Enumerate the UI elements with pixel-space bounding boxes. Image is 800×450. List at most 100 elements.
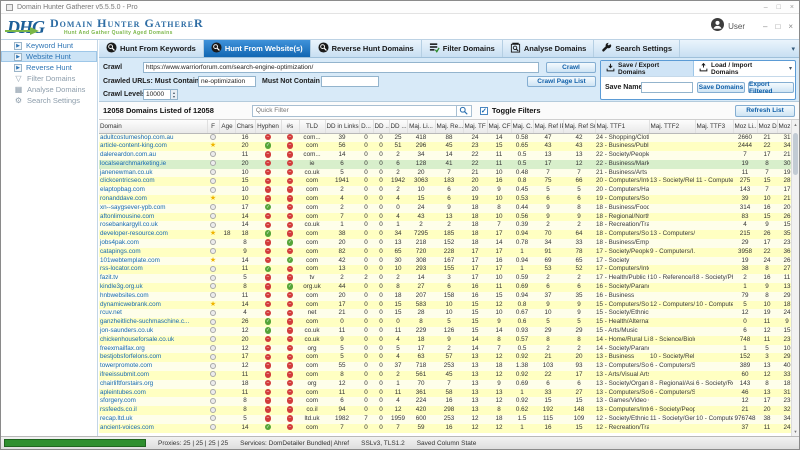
- column-header-dd[interactable]: DD ...: [389, 120, 407, 133]
- must-contain-input[interactable]: [198, 76, 256, 87]
- table-row[interactable]: adultcostumeshop.com.au16−−com...3900254…: [99, 133, 797, 142]
- table-row[interactable]: rss-locator.com11✓−com130010293155171715…: [99, 265, 797, 274]
- table-row[interactable]: localsearchmarketing.ie20−−ie60061284122…: [99, 160, 797, 169]
- sidebar-item-filter-domains[interactable]: ▽Filter Domains: [1, 73, 97, 84]
- tab-hunt-from-keywords[interactable]: Hunt From Keywords: [99, 40, 204, 57]
- column-header-d[interactable]: D...: [359, 120, 373, 133]
- toggle-filters-checkbox[interactable]: ✓: [480, 107, 488, 115]
- tab-reverse-hunt-domains[interactable]: Reverse Hunt Domains: [311, 40, 422, 57]
- table-row[interactable]: bestjobsforfelons.com17−−com500463571312…: [99, 353, 797, 362]
- scroll-up-icon[interactable]: ▲: [792, 122, 799, 127]
- table-row[interactable]: xn--saygsever-ypb.com17✓−com20002491880.…: [99, 204, 797, 213]
- table-row[interactable]: article-content-king.com★20✓−com56005129…: [99, 142, 797, 151]
- column-header-s[interactable]: #s: [281, 120, 299, 133]
- table-row[interactable]: recap.ltd.uk5−−ltd.uk1982701959600253121…: [99, 415, 797, 424]
- save-domains-button[interactable]: Save Domains: [697, 82, 745, 93]
- tab-hunt-from-website-s[interactable]: Hunt From Website(s): [204, 40, 311, 57]
- table-row[interactable]: ifreeissubmit.com11−−com80025614513120.9…: [99, 371, 797, 380]
- column-header-f[interactable]: F: [207, 120, 219, 133]
- column-header-age[interactable]: Age: [219, 120, 235, 133]
- minimize-icon[interactable]: –: [763, 22, 767, 31]
- table-row[interactable]: freexmailfax.org12−−org50051721470.52214…: [99, 345, 797, 354]
- table-row[interactable]: catapings.com9−−com820065720228171719178…: [99, 248, 797, 257]
- table-row[interactable]: rssfeeds.co.il8−−co.il9400124202981380.6…: [99, 406, 797, 415]
- column-header-maj-li[interactable]: Maj. Li...: [407, 120, 435, 133]
- crawl-levels-input[interactable]: [143, 89, 171, 100]
- table-row[interactable]: hnbwebsites.com11−−com20001820715816150.…: [99, 292, 797, 301]
- table-row[interactable]: apleintubes.com11−−com110011361581313133…: [99, 389, 797, 398]
- column-header-maj-ref-su[interactable]: Maj. Ref Su...: [563, 120, 595, 133]
- table-row[interactable]: jobs4pak.com8−✓com20001321815218140.7834…: [99, 239, 797, 248]
- save-panel-dropdown-icon[interactable]: ▾: [786, 61, 795, 76]
- column-header-maj-tf[interactable]: Maj. TF: [463, 120, 487, 133]
- table-row[interactable]: janenewman.co.uk10−−co.uk500220721100.48…: [99, 169, 797, 178]
- column-header-maj-ref-ips[interactable]: Maj. Ref IPs: [533, 120, 563, 133]
- table-row[interactable]: fazit.tv5−−tv220214317100.592217 - Healt…: [99, 274, 797, 283]
- crawl-button[interactable]: Crawl: [546, 62, 596, 73]
- table-row[interactable]: developer-resource.com★1818✓−com38003472…: [99, 230, 797, 239]
- column-header-maj-ttf2[interactable]: Maj. TTF2: [649, 120, 695, 133]
- must-not-contain-input[interactable]: [321, 76, 379, 87]
- table-row[interactable]: kindle3g.org.uk8−✓org.uk4400827616110.69…: [99, 283, 797, 292]
- export-filtered-button[interactable]: Export Filtered: [748, 82, 794, 93]
- table-row[interactable]: ancient-voices.com14✓−com700759161212116…: [99, 424, 797, 433]
- close-icon[interactable]: ×: [788, 22, 793, 31]
- table-row[interactable]: dynamicwebrank.com★14−−com17001558310151…: [99, 301, 797, 310]
- table-row[interactable]: jon-saunders.co.uk12✓−co.uk1100112291261…: [99, 327, 797, 336]
- crawl-page-list-button[interactable]: Crawl Page List: [527, 76, 596, 87]
- table-row[interactable]: dalereardon.com.au11−−com...140023414221…: [99, 151, 797, 160]
- scroll-down-icon[interactable]: ▼: [792, 429, 799, 434]
- maximize-icon[interactable]: □: [777, 4, 781, 11]
- sidebar-item-reverse-hunt[interactable]: ▶Reverse Hunt: [1, 62, 97, 73]
- table-row[interactable]: rcuv.net4−−net210015281015100.6710915 - …: [99, 309, 797, 318]
- sidebar-item-website-hunt[interactable]: ▶Website Hunt: [1, 51, 97, 62]
- column-header-dd-in-links[interactable]: DD in Links: [325, 120, 359, 133]
- minimize-icon[interactable]: –: [764, 4, 768, 11]
- table-row[interactable]: sforgery.com8−−com60042241613120.9215151…: [99, 397, 797, 406]
- column-header-maj-c[interactable]: Maj. C...: [511, 120, 533, 133]
- table-row[interactable]: chairliftforstairs.org18−−org12001707139…: [99, 380, 797, 389]
- column-header-maj-cf[interactable]: Maj. CF: [487, 120, 511, 133]
- spinner-arrows-icon[interactable]: ▲▼: [171, 89, 178, 100]
- table-row[interactable]: elaptopbag.com10−−com20021062090.455520 …: [99, 186, 797, 195]
- column-header-moz-li[interactable]: Moz Li...: [733, 120, 757, 133]
- table-row[interactable]: towerpromote.com12−−com55003771825313181…: [99, 362, 797, 371]
- tab-save-export-domains[interactable]: Save / Export Domains: [601, 61, 694, 76]
- scrollbar-thumb[interactable]: [793, 133, 798, 175]
- save-name-input[interactable]: [641, 82, 693, 93]
- vertical-scrollbar[interactable]: ▲ ▼: [791, 120, 799, 436]
- tab-filter-domains[interactable]: Filter Domains: [422, 40, 503, 57]
- table-row[interactable]: aftonlimousine.com14−−com7004431318100.5…: [99, 213, 797, 222]
- column-header-domain[interactable]: Domain: [99, 120, 207, 133]
- tab-load-import-domains[interactable]: Load / Import Domains: [694, 61, 786, 76]
- column-header-maj-ttf3[interactable]: Maj. TTF3: [695, 120, 733, 133]
- tab-search-settings[interactable]: Search Settings: [594, 40, 680, 57]
- column-header-chars[interactable]: Chars: [235, 120, 255, 133]
- table-row[interactable]: chickenhouseforsale.co.uk20−−co.uk900418…: [99, 336, 797, 345]
- user-label[interactable]: User: [728, 22, 745, 31]
- maximize-icon[interactable]: □: [775, 22, 780, 31]
- table-row[interactable]: ronanddave.com★10−−com400415619100.53661…: [99, 195, 797, 204]
- search-button[interactable]: [457, 105, 472, 117]
- column-header-moz-da[interactable]: Moz DA: [757, 120, 777, 133]
- sidebar-item-analyse-domains[interactable]: ▦Analyse Domains: [1, 84, 97, 95]
- column-header-maj-ttf1[interactable]: Maj. TTF1: [595, 120, 649, 133]
- close-icon[interactable]: ×: [790, 4, 794, 11]
- sidebar-item-search-settings[interactable]: ⚙Search Settings: [1, 95, 97, 106]
- table-row[interactable]: ganzheitliche-suchmaschine.c...26✓−com00…: [99, 318, 797, 327]
- column-header-maj-re[interactable]: Maj. Re...: [435, 120, 463, 133]
- table-row[interactable]: 101webtemplate.com★14−✓com42003030816717…: [99, 257, 797, 266]
- value-cell: 4: [389, 213, 407, 222]
- column-header-hyphen[interactable]: Hyphen: [255, 120, 281, 133]
- tab-analyse-domains[interactable]: Analyse Domains: [503, 40, 595, 57]
- quick-filter-input[interactable]: [252, 105, 457, 117]
- sidebar-item-keyword-hunt[interactable]: ▶Keyword Hunt: [1, 40, 97, 51]
- refresh-list-button[interactable]: Refresh List: [735, 105, 795, 117]
- table-row[interactable]: rosebankargyll.co.uk14−−co.uk1001221870.…: [99, 221, 797, 230]
- crawl-url-input[interactable]: [143, 62, 539, 73]
- table-row[interactable]: clickcentricseo.com15−−com19410019423063…: [99, 177, 797, 186]
- column-header-dd[interactable]: DD ...: [373, 120, 389, 133]
- column-header-tld[interactable]: TLD: [299, 120, 325, 133]
- value-cell: 0: [373, 160, 389, 169]
- tab-overflow-icon[interactable]: ▾: [787, 40, 799, 57]
